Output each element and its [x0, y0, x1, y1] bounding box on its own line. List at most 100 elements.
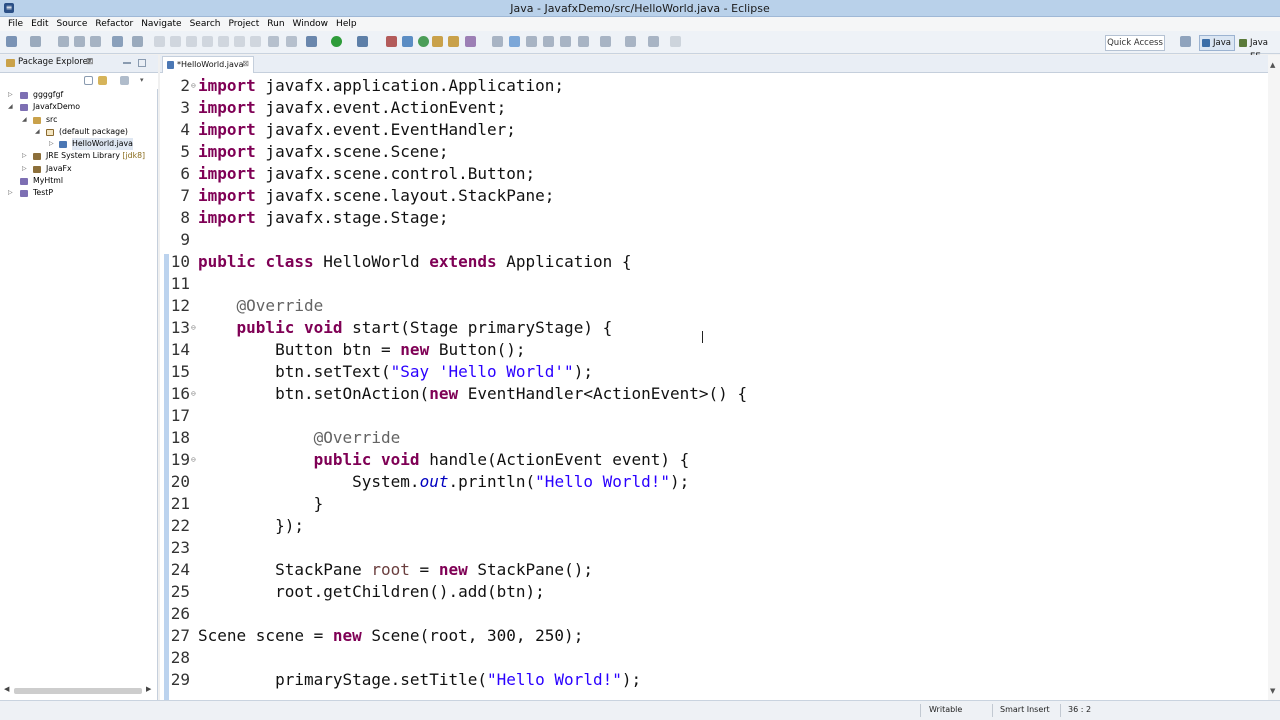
menu-project[interactable]: Project — [224, 17, 263, 31]
fold-toggle-icon[interactable]: ⊖ — [191, 317, 196, 339]
open-perspective-icon[interactable] — [1180, 36, 1191, 47]
use-step-filters-icon[interactable] — [286, 36, 297, 47]
code-line[interactable]: 15 btn.setText("Say 'Hello World'"); — [160, 361, 1268, 383]
close-icon[interactable]: ⊠ — [242, 59, 249, 68]
expand-icon[interactable]: ▷ — [22, 163, 27, 175]
code-line[interactable]: 29 primaryStage.setTitle("Hello World!")… — [160, 669, 1268, 691]
tree-item-jre-system-library[interactable]: ▷ JRE System Library [jdk8] — [0, 150, 158, 162]
code-line[interactable]: 20 System.out.println("Hello World!"); — [160, 471, 1268, 493]
vertical-scrollbar[interactable]: ▲ ▼ — [1268, 55, 1280, 700]
code-line[interactable]: 5 import javafx.scene.Scene; — [160, 141, 1268, 163]
scroll-left-icon[interactable]: ◀ — [4, 685, 9, 693]
menu-search[interactable]: Search — [186, 17, 225, 31]
step-into-icon[interactable] — [218, 36, 229, 47]
code-line[interactable]: 22 }); — [160, 515, 1268, 537]
chevron-down-icon[interactable]: ▾ — [140, 76, 149, 85]
tree-item-myhtml[interactable]: MyHtml — [0, 175, 158, 187]
tree-item-ggggfgf[interactable]: ▷ ggggfgf — [0, 89, 158, 101]
view-menu-icon[interactable] — [120, 76, 129, 85]
toggle-mark-occurrences-icon[interactable] — [492, 36, 503, 47]
block-selection-icon[interactable] — [543, 36, 554, 47]
code-line[interactable]: 7 import javafx.scene.layout.StackPane; — [160, 185, 1268, 207]
expand-icon[interactable]: ▷ — [49, 138, 54, 150]
code-line[interactable]: 27 Scene scene = new Scene(root, 300, 250… — [160, 625, 1268, 647]
code-area[interactable]: 2 ⊖ import javafx.application.Application;… — [160, 73, 1268, 700]
menu-source[interactable]: Source — [53, 17, 92, 31]
new-package-icon[interactable] — [402, 36, 413, 47]
code-line[interactable]: 28 — [160, 647, 1268, 669]
code-line[interactable]: 12 @Override — [160, 295, 1268, 317]
step-return-icon[interactable] — [250, 36, 261, 47]
open-task-icon[interactable] — [448, 36, 459, 47]
code-line[interactable]: 6 import javafx.scene.control.Button; — [160, 163, 1268, 185]
terminate-icon[interactable] — [186, 36, 197, 47]
tree-item-javafxdemo[interactable]: ◢ JavafxDemo — [0, 101, 158, 113]
code-line[interactable]: 19 ⊖ public void handle(ActionEvent event… — [160, 449, 1268, 471]
horizontal-scrollbar[interactable]: ◀ ▶ — [4, 685, 154, 695]
print-icon[interactable] — [90, 36, 101, 47]
external-tools-icon[interactable] — [357, 36, 368, 47]
next-annotation-icon[interactable] — [560, 36, 571, 47]
code-line[interactable]: 8 import javafx.stage.Stage; — [160, 207, 1268, 229]
code-line[interactable]: 16 ⊖ btn.setOnAction(new EventHandler<Act… — [160, 383, 1268, 405]
debug-icon[interactable] — [306, 36, 317, 47]
suspend-icon[interactable] — [170, 36, 181, 47]
previous-annotation-icon[interactable] — [578, 36, 589, 47]
expand-icon[interactable]: ▷ — [22, 150, 27, 162]
minimize-icon[interactable] — [123, 62, 131, 64]
code-line[interactable]: 17 — [160, 405, 1268, 427]
new-icon[interactable] — [6, 36, 17, 47]
fold-toggle-icon[interactable]: ⊖ — [191, 449, 196, 471]
scroll-down-icon[interactable]: ▼ — [1270, 687, 1275, 695]
forward-icon[interactable] — [648, 36, 659, 47]
expand-icon[interactable]: ▷ — [8, 89, 13, 101]
code-line[interactable]: 25 root.getChildren().add(btn); — [160, 581, 1268, 603]
menu-run[interactable]: Run — [263, 17, 288, 31]
menu-file[interactable]: File — [4, 17, 27, 31]
skip-breakpoints-icon[interactable] — [132, 36, 143, 47]
code-line[interactable]: 23 — [160, 537, 1268, 559]
fold-toggle-icon[interactable]: ⊖ — [191, 383, 196, 405]
package-explorer-tab[interactable]: Package Explorer ⊠ — [0, 55, 158, 73]
new-java-project-icon[interactable] — [386, 36, 397, 47]
fold-toggle-icon[interactable]: ⊖ — [191, 75, 196, 97]
tree-item-testp[interactable]: ▷ TestP — [0, 187, 158, 199]
save-icon[interactable] — [58, 36, 69, 47]
tree-item-src[interactable]: ◢ src — [0, 114, 158, 126]
run-icon[interactable] — [331, 36, 342, 47]
tree-item-javafx[interactable]: ▷ JavaFx — [0, 163, 158, 175]
code-line[interactable]: 13 ⊖ public void start(Stage primaryStage… — [160, 317, 1268, 339]
collapse-all-icon[interactable] — [84, 76, 93, 85]
scroll-up-icon[interactable]: ▲ — [1270, 61, 1275, 69]
step-over-icon[interactable] — [234, 36, 245, 47]
code-line[interactable]: 2 ⊖ import javafx.application.Application; — [160, 75, 1268, 97]
collapse-icon[interactable]: ◢ — [8, 101, 13, 113]
code-line[interactable]: 3 import javafx.event.ActionEvent; — [160, 97, 1268, 119]
menu-edit[interactable]: Edit — [27, 17, 52, 31]
code-line[interactable]: 24 StackPane root = new StackPane(); — [160, 559, 1268, 581]
expand-icon[interactable]: ▷ — [8, 187, 13, 199]
disconnect-icon[interactable] — [202, 36, 213, 47]
menu-refactor[interactable]: Refactor — [91, 17, 137, 31]
save-all-icon[interactable] — [74, 36, 85, 47]
last-edit-location-icon[interactable] — [600, 36, 611, 47]
resume-icon[interactable] — [154, 36, 165, 47]
perspective-java-ee-button[interactable]: Java EE — [1236, 35, 1280, 62]
code-line[interactable]: 11 — [160, 273, 1268, 295]
maximize-icon[interactable] — [138, 59, 146, 67]
open-icon[interactable] — [30, 36, 41, 47]
new-class-icon[interactable] — [418, 36, 429, 47]
code-line[interactable]: 18 @Override — [160, 427, 1268, 449]
toggle-breadcrumb-icon[interactable] — [509, 36, 520, 47]
code-line[interactable]: 21 } — [160, 493, 1268, 515]
open-type-icon[interactable] — [432, 36, 443, 47]
collapse-icon[interactable]: ◢ — [35, 126, 40, 138]
collapse-icon[interactable]: ◢ — [22, 114, 27, 126]
code-line[interactable]: 4 import javafx.event.EventHandler; — [160, 119, 1268, 141]
menu-window[interactable]: Window — [289, 17, 333, 31]
close-icon[interactable]: ⊠ — [86, 57, 94, 67]
back-icon[interactable] — [625, 36, 636, 47]
code-line[interactable]: 10 public class HelloWorld extends Applic… — [160, 251, 1268, 273]
quick-access-field[interactable]: Quick Access — [1105, 35, 1165, 51]
code-line[interactable]: 9 — [160, 229, 1268, 251]
